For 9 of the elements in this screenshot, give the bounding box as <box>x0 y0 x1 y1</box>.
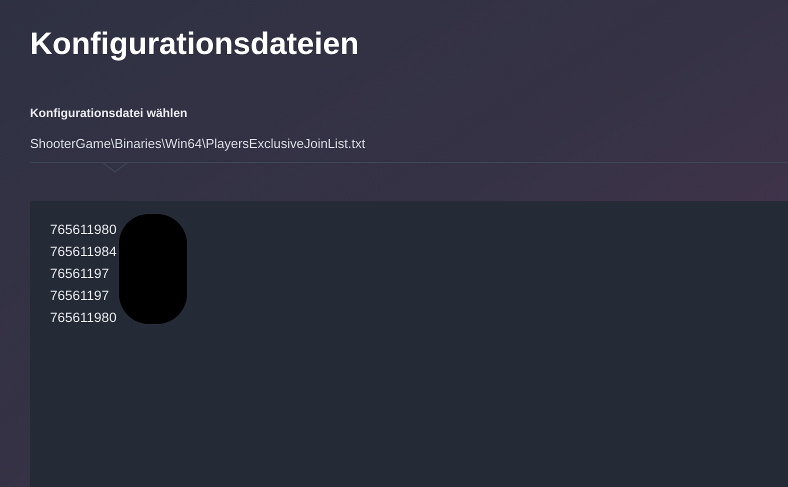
editor-line: 765611980 <box>50 308 117 327</box>
editor-line: 76561197 <box>50 264 110 283</box>
editor-line: 765611984 <box>50 242 117 261</box>
page-title: Konfigurationsdateien <box>30 25 359 63</box>
editor-line: 76561197 <box>50 286 110 305</box>
file-select[interactable]: ShooterGame\Binaries\Win64\PlayersExclusiveJoinList.txt <box>30 134 366 154</box>
editor-line: 765611980 <box>50 220 117 239</box>
field-label: Konfigurationsdatei wählen <box>30 105 188 122</box>
text-editor[interactable]: 765611980 765611984 76561197 76561197 765611980 <box>30 201 788 487</box>
